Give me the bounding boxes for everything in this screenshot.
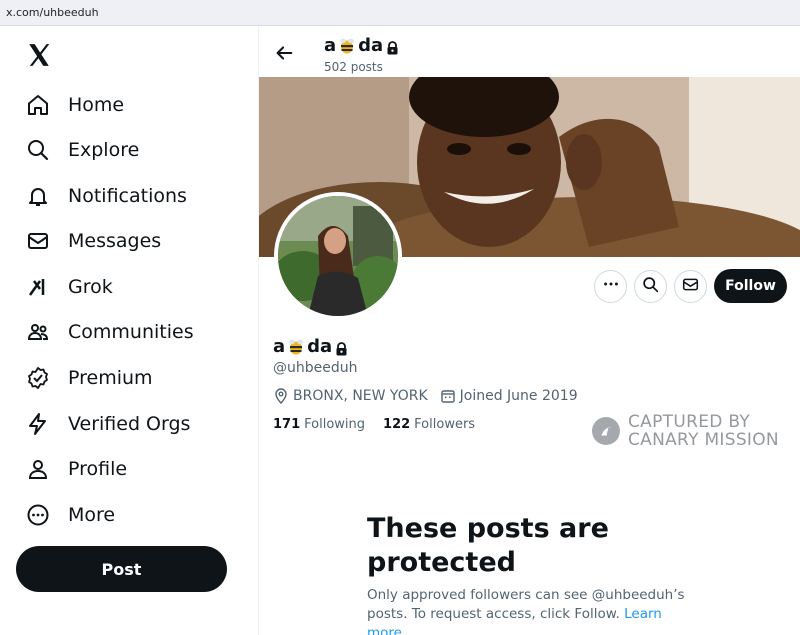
- profile-name-start: a: [273, 336, 286, 357]
- profile-name-end: da: [307, 336, 333, 357]
- lightning-icon: [26, 412, 50, 436]
- sidebar-item-label: Profile: [68, 458, 128, 480]
- ellipsis-icon: [602, 275, 620, 298]
- following-count: 171: [273, 417, 301, 432]
- sidebar-item-more[interactable]: More: [26, 497, 246, 533]
- search-icon: [26, 138, 50, 162]
- back-arrow-icon[interactable]: [273, 42, 295, 64]
- sidebar-item-label: More: [68, 504, 116, 526]
- followers-link[interactable]: 122 Followers: [383, 417, 475, 432]
- followers-label: Followers: [414, 417, 476, 432]
- location: BRONX, NEW YORK: [273, 388, 428, 404]
- follow-button[interactable]: Follow: [714, 269, 787, 303]
- bell-icon: [26, 184, 50, 208]
- canary-logo-icon: [592, 417, 620, 445]
- sidebar-item-communities[interactable]: Communities: [26, 314, 246, 350]
- profile-meta: BRONX, NEW YORK Joined June 2019: [273, 388, 590, 404]
- following-label: Following: [304, 417, 366, 432]
- sidebar-item-label: Home: [68, 94, 125, 116]
- join-date: Joined June 2019: [440, 388, 578, 404]
- lock-icon: [335, 340, 348, 355]
- following-link[interactable]: 171 Following: [273, 417, 365, 432]
- profile-column: a da 502 posts Follow a da @uhbeeduh BRO…: [259, 26, 800, 635]
- sidebar-item-label: Verified Orgs: [68, 413, 191, 435]
- watermark-line-1: CAPTURED BY: [628, 412, 751, 432]
- sidebar-item-explore[interactable]: Explore: [26, 132, 246, 168]
- more-options-button[interactable]: [594, 270, 627, 303]
- lock-icon: [386, 39, 399, 54]
- watermark-line-2: CANARY MISSION: [628, 430, 779, 450]
- location-pin-icon: [275, 388, 287, 404]
- sidebar-item-home[interactable]: Home: [26, 87, 246, 123]
- protected-description: Only approved followers can see @uhbeedu…: [367, 586, 697, 635]
- location-text: BRONX, NEW YORK: [293, 388, 428, 404]
- header-name-end: da: [358, 35, 384, 56]
- verified-badge-icon: [26, 366, 50, 390]
- home-icon: [26, 93, 50, 117]
- grok-icon: [26, 275, 50, 299]
- bee-icon: [337, 36, 357, 56]
- envelope-icon: [26, 229, 50, 253]
- sidebar-item-grok[interactable]: Grok: [26, 269, 246, 305]
- sidebar-item-messages[interactable]: Messages: [26, 223, 246, 259]
- envelope-icon: [682, 276, 699, 298]
- sidebar-item-label: Premium: [68, 367, 153, 389]
- message-button[interactable]: [674, 270, 707, 303]
- people-icon: [26, 320, 50, 344]
- follow-stats: 171 Following 122 Followers: [273, 417, 493, 432]
- sidebar-item-label: Communities: [68, 321, 194, 343]
- address-bar[interactable]: x.com/uhbeeduh: [0, 0, 800, 26]
- bee-icon: [286, 337, 306, 357]
- profile-display-name: a da: [273, 336, 348, 357]
- sidebar-item-label: Messages: [68, 230, 162, 252]
- protected-title: These posts are protected: [367, 513, 609, 578]
- sidebar-item-notifications[interactable]: Notifications: [26, 178, 246, 214]
- post-count: 502 posts: [324, 60, 383, 74]
- profile-avatar[interactable]: [274, 192, 402, 320]
- profile-header-bar: a da 502 posts: [259, 26, 800, 77]
- canary-mission-watermark: CAPTURED BY CANARY MISSION: [592, 411, 792, 451]
- post-button[interactable]: Post: [16, 546, 227, 592]
- sidebar-item-label: Explore: [68, 139, 140, 161]
- followers-count: 122: [383, 417, 411, 432]
- profile-handle: @uhbeeduh: [273, 360, 358, 376]
- sidebar-item-verified-orgs[interactable]: Verified Orgs: [26, 406, 246, 442]
- person-icon: [26, 457, 50, 481]
- url-text: x.com/uhbeeduh: [6, 6, 99, 19]
- x-logo-icon[interactable]: [26, 42, 52, 68]
- calendar-icon: [440, 390, 455, 403]
- watermark-text: CAPTURED BY CANARY MISSION: [628, 413, 779, 449]
- search-icon: [642, 276, 659, 298]
- join-date-text: Joined June 2019: [459, 388, 578, 404]
- search-profile-button[interactable]: [634, 270, 667, 303]
- header-name-start: a: [324, 35, 337, 56]
- sidebar: Home Explore Notifications Messages Grok…: [0, 26, 258, 635]
- more-circle-icon: [26, 503, 50, 527]
- sidebar-item-premium[interactable]: Premium: [26, 360, 246, 396]
- sidebar-item-label: Notifications: [68, 185, 187, 207]
- header-display-name: a da: [324, 35, 399, 56]
- sidebar-item-label: Grok: [68, 276, 113, 298]
- sidebar-item-profile[interactable]: Profile: [26, 451, 246, 487]
